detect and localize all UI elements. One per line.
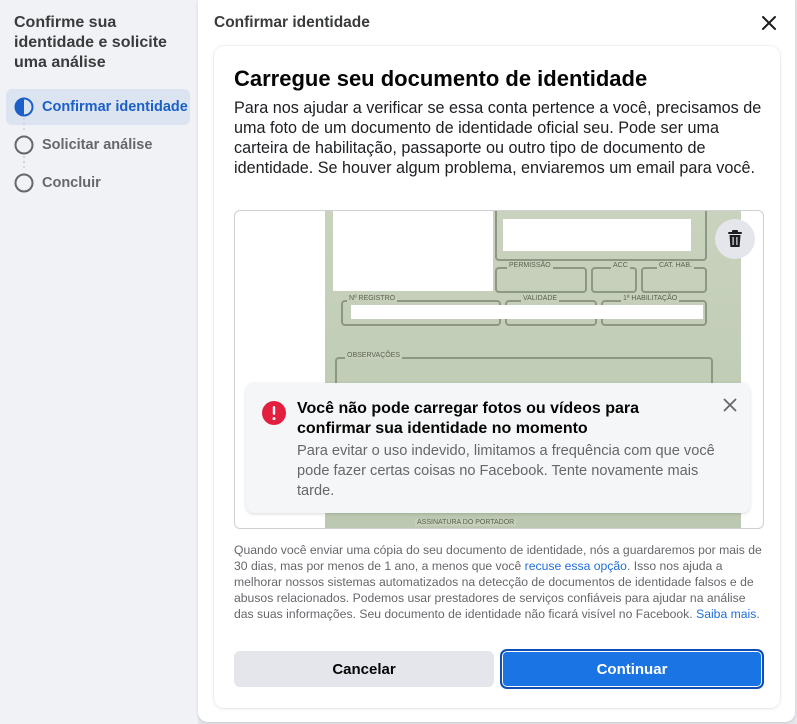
delete-photo-button[interactable] [715, 219, 755, 259]
empty-circle-icon [14, 135, 34, 155]
redaction [503, 219, 691, 251]
trash-icon [728, 230, 742, 247]
field-label: ACC [611, 262, 630, 269]
redaction [333, 211, 493, 291]
field-label: PERMISSÃO [507, 262, 553, 269]
redaction [351, 305, 703, 319]
description: Para nos ajudar a verificar se essa cont… [234, 99, 762, 177]
decline-option-link[interactable]: recuse essa opção [525, 559, 627, 573]
dismiss-error-button[interactable] [720, 395, 740, 415]
close-icon [723, 398, 737, 412]
sidebar: Confirme sua identidade e solicite uma a… [0, 0, 198, 724]
step-confirm-identity[interactable]: Confirmar identidade [6, 89, 190, 125]
error-icon [262, 401, 286, 425]
legal-text: . [756, 607, 760, 622]
document-field [591, 267, 637, 293]
document-field [641, 267, 707, 293]
error-toast: Você não pode carregar fotos ou vídeos p… [246, 383, 750, 513]
half-circle-icon [14, 97, 34, 117]
confirm-identity-dialog: Confirmar identidade Carregue seu docume… [198, 0, 795, 722]
empty-circle-icon [14, 173, 34, 193]
field-label: ASSINATURA DO PORTADOR [415, 519, 517, 526]
step-conclude[interactable]: Concluir [6, 165, 190, 201]
close-icon [762, 16, 776, 30]
step-label: Concluir [42, 175, 101, 191]
step-label: Confirmar identidade [42, 99, 188, 115]
learn-more-link[interactable]: Saiba mais [696, 607, 756, 621]
field-label: VALIDADE [521, 295, 560, 302]
error-title: Você não pode carregar fotos ou vídeos p… [297, 400, 640, 437]
uploaded-document-preview: PERMISSÃO ACC CAT. HAB. Nº REGISTRO VALI… [234, 210, 764, 529]
step-request-review[interactable]: Solicitar análise [6, 127, 190, 163]
field-label: Nº REGISTRO [347, 295, 398, 302]
sidebar-title: Confirme sua identidade e solicite uma a… [14, 14, 167, 71]
cancel-button[interactable]: Cancelar [234, 651, 494, 687]
step-label: Solicitar análise [42, 137, 153, 153]
field-label: OBSERVAÇÕES [345, 352, 403, 359]
close-button[interactable] [758, 12, 780, 34]
privacy-notice: Quando você enviar uma cópia do seu docu… [234, 542, 764, 622]
content-card: Carregue seu documento de identidade Par… [214, 46, 780, 708]
dialog-title: Confirmar identidade [214, 14, 370, 31]
error-message: Para evitar o uso indevido, limitamos a … [297, 443, 715, 499]
field-label: CAT. HAB. [657, 262, 694, 269]
continue-button[interactable]: Continuar [500, 649, 764, 689]
page-heading: Carregue seu documento de identidade [234, 66, 648, 91]
field-label: 1ª HABILITAÇÃO [621, 295, 680, 302]
document-field [495, 267, 587, 293]
